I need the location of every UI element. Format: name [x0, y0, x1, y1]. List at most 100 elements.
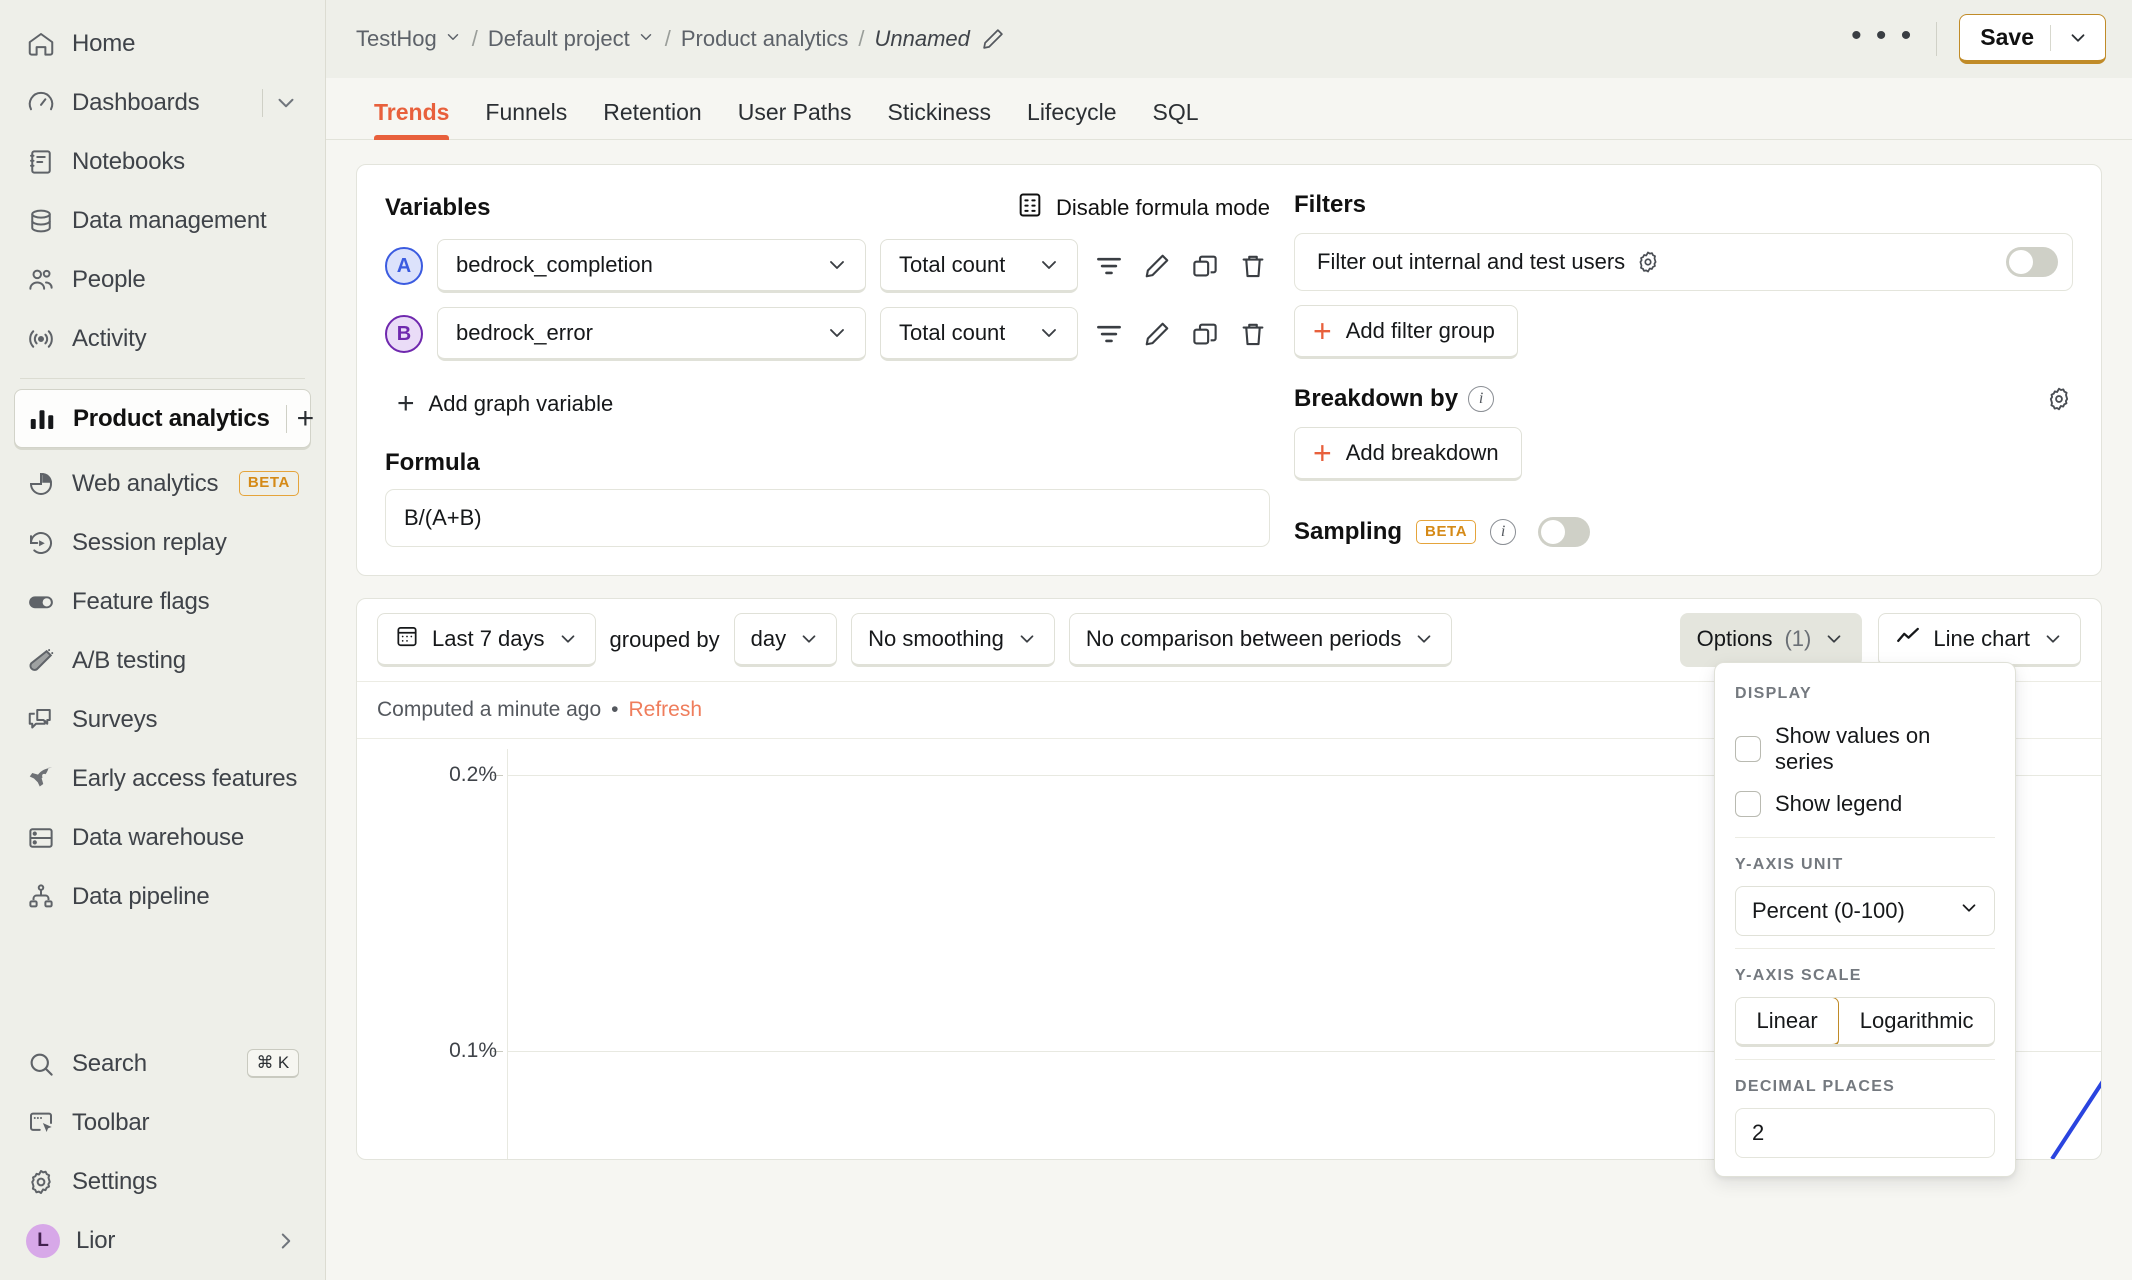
gear-icon[interactable]: [1635, 249, 1661, 275]
delete-icon[interactable]: [1236, 317, 1270, 351]
info-icon[interactable]: i: [1468, 386, 1495, 412]
checkbox[interactable]: [1735, 791, 1761, 817]
sidebar-new-insight[interactable]: +: [285, 403, 315, 434]
filter-icon[interactable]: [1092, 317, 1126, 351]
duplicate-icon[interactable]: [1188, 317, 1222, 351]
sidebar-item-label: Dashboards: [72, 88, 200, 116]
tab-trends[interactable]: Trends: [356, 99, 467, 140]
chart-type-select[interactable]: Line chart: [1878, 613, 2081, 667]
tab-user-paths[interactable]: User Paths: [720, 99, 870, 140]
add-breakdown-button[interactable]: + Add breakdown: [1294, 427, 1522, 481]
formula-input[interactable]: B/(A+B): [385, 489, 1270, 547]
query-left-column: Variables Disable formula mode A bedrock: [385, 191, 1270, 547]
more-options-button[interactable]: • • •: [1851, 20, 1914, 51]
query-right-column: Filters Filter out internal and test use…: [1294, 191, 2073, 547]
sidebar-item-home[interactable]: Home: [14, 14, 311, 73]
chevron-right-icon[interactable]: [273, 1228, 299, 1254]
sampling-toggle[interactable]: [1538, 517, 1591, 547]
duplicate-icon[interactable]: [1188, 249, 1222, 283]
smoothing-select[interactable]: No smoothing: [851, 613, 1055, 667]
sidebar-item-label: Home: [72, 29, 136, 57]
sidebar-item-early-access-features[interactable]: Early access features: [14, 749, 311, 808]
breadcrumb-item-project[interactable]: Default project: [488, 26, 655, 52]
y-axis-scale-option-logarithmic[interactable]: Logarithmic: [1839, 998, 1994, 1044]
sidebar-item-people[interactable]: People: [14, 250, 311, 309]
date-range-picker[interactable]: Last 7 days: [377, 613, 596, 667]
show-values-on-series-option[interactable]: Show values on series: [1715, 715, 2015, 783]
tab-stickiness[interactable]: Stickiness: [869, 99, 1009, 140]
decimal-places-input[interactable]: 2: [1735, 1108, 1995, 1158]
show-legend-option[interactable]: Show legend: [1715, 783, 2015, 825]
pencil-icon[interactable]: [980, 26, 1006, 52]
insight-type-tabs: Trends Funnels Retention User Paths Stic…: [326, 78, 2132, 140]
sidebar-item-data-pipeline[interactable]: Data pipeline: [14, 867, 311, 926]
chevron-down-icon[interactable]: [637, 26, 655, 52]
delete-icon[interactable]: [1236, 249, 1270, 283]
series-math-select[interactable]: Total count: [880, 307, 1078, 361]
gear-icon: [26, 1167, 56, 1197]
sidebar-item-settings[interactable]: Settings: [14, 1152, 311, 1211]
checkbox[interactable]: [1735, 736, 1761, 762]
disable-formula-mode-label: Disable formula mode: [1056, 195, 1270, 220]
sidebar-item-search[interactable]: Search ⌘ K: [14, 1034, 311, 1093]
tab-funnels[interactable]: Funnels: [467, 99, 585, 140]
breadcrumb-item-insight-name[interactable]: Unnamed: [874, 26, 969, 52]
sidebar-item-notebooks[interactable]: Notebooks: [14, 132, 311, 191]
sidebar-item-surveys[interactable]: Surveys: [14, 690, 311, 749]
tab-lifecycle[interactable]: Lifecycle: [1009, 99, 1134, 140]
chevron-down-icon: [825, 321, 849, 345]
series-event-select[interactable]: bedrock_error: [437, 307, 866, 361]
comparison-select[interactable]: No comparison between periods: [1068, 613, 1453, 667]
options-button[interactable]: Options (1): [1679, 613, 1863, 667]
info-icon[interactable]: i: [1490, 519, 1517, 545]
filter-icon[interactable]: [1092, 249, 1126, 283]
formula-value: B/(A+B): [404, 505, 482, 530]
sidebar-item-feature-flags[interactable]: Feature flags: [14, 572, 311, 631]
avatar: L: [26, 1223, 60, 1258]
series-letter-badge: B: [385, 315, 423, 353]
breadcrumb-item-org[interactable]: TestHog: [356, 26, 462, 52]
chevron-down-icon[interactable]: [273, 90, 299, 116]
y-axis-unit-select[interactable]: Percent (0-100): [1735, 886, 1995, 936]
breadcrumb: TestHog / Default project / Product anal…: [356, 26, 1006, 52]
series-event-select[interactable]: bedrock_completion: [437, 239, 866, 293]
breakdown-settings-gear-icon[interactable]: [2045, 385, 2073, 413]
tab-retention[interactable]: Retention: [585, 99, 719, 140]
sidebar-item-web-analytics[interactable]: Web analytics BETA: [14, 454, 311, 513]
add-graph-variable-label: Add graph variable: [428, 391, 614, 416]
filter-internal-users-toggle[interactable]: [2006, 247, 2058, 277]
save-button[interactable]: Save: [1959, 14, 2106, 64]
sidebar-item-data-warehouse[interactable]: Data warehouse: [14, 808, 311, 867]
interval-select[interactable]: day: [733, 613, 838, 667]
breadcrumb-label: Default project: [487, 26, 630, 51]
sidebar-item-data-management[interactable]: Data management: [14, 191, 311, 250]
plus-icon[interactable]: +: [297, 403, 315, 434]
tab-label: User Paths: [737, 99, 852, 125]
refresh-button[interactable]: Refresh: [629, 698, 703, 722]
sidebar-item-product-analytics[interactable]: Product analytics +: [14, 389, 315, 448]
tab-sql[interactable]: SQL: [1135, 99, 1217, 140]
edit-icon[interactable]: [1140, 317, 1174, 351]
sampling-row: Sampling BETA i: [1294, 517, 2073, 547]
series-letter-badge: A: [385, 247, 423, 285]
sidebar-item-activity[interactable]: Activity: [14, 309, 311, 368]
add-filter-group-button[interactable]: + Add filter group: [1294, 305, 1518, 359]
comparison-value: No comparison between periods: [1085, 626, 1402, 651]
pipeline-icon: [26, 882, 56, 912]
sidebar-item-session-replay[interactable]: Session replay: [14, 513, 311, 572]
sidebar-item-ab-testing[interactable]: A/B testing: [14, 631, 311, 690]
sidebar-item-dashboards[interactable]: Dashboards: [14, 73, 311, 132]
chevron-down-icon: [825, 253, 849, 277]
disable-formula-mode-button[interactable]: Disable formula mode: [1016, 191, 1270, 225]
y-axis-scale-option-linear[interactable]: Linear: [1736, 998, 1840, 1044]
chevron-down-icon[interactable]: [444, 26, 462, 52]
sidebar-item-user[interactable]: L Lior: [14, 1211, 311, 1270]
edit-icon[interactable]: [1140, 249, 1174, 283]
sidebar-item-label: A/B testing: [72, 646, 186, 674]
sidebar-dashboards-expand[interactable]: [262, 88, 299, 117]
sidebar-item-toolbar[interactable]: Toolbar: [14, 1093, 311, 1152]
add-graph-variable-button[interactable]: + Add graph variable: [385, 381, 625, 427]
breadcrumb-item-product[interactable]: Product analytics: [681, 26, 849, 52]
chevron-down-icon[interactable]: [2051, 27, 2105, 49]
series-math-select[interactable]: Total count: [880, 239, 1078, 293]
